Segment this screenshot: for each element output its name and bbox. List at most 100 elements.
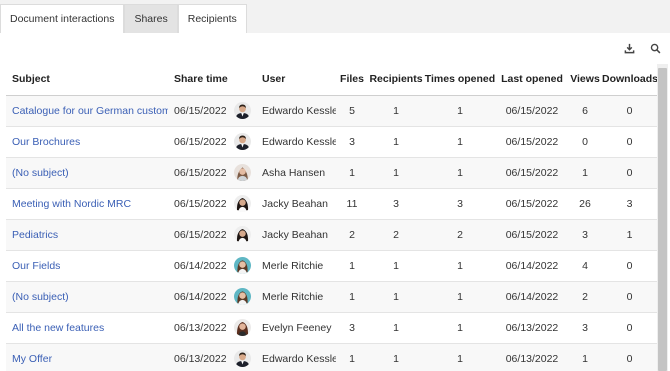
subject-cell: Our Brochures	[6, 126, 168, 158]
table-row[interactable]: (No subject) 06/15/2022 Asha Hansen 1 1 1 06/1…	[6, 157, 657, 189]
avatar	[234, 102, 251, 119]
views-cell: 2	[568, 281, 602, 313]
table-row[interactable]: Our Fields 06/14/2022 Merle Ritchie 1 1 1 06/1…	[6, 250, 657, 282]
subject-cell: Meeting with Nordic MRC	[6, 188, 168, 220]
last-opened-cell: 06/15/2022	[496, 126, 568, 158]
col-header-downloads[interactable]: Downloads	[602, 64, 657, 96]
user-cell: Edwardo Kessler	[256, 126, 336, 158]
subject-link[interactable]: Our Brochures	[12, 136, 80, 148]
last-opened-cell: 06/15/2022	[496, 219, 568, 251]
files-cell: 5	[336, 95, 368, 127]
avatar-cell	[226, 250, 256, 282]
user-cell: Edwardo Kessler	[256, 343, 336, 371]
col-header-share-time[interactable]: Share time	[168, 64, 228, 96]
recipients-cell: 1	[368, 250, 424, 282]
user-cell: Edwardo Kessler	[256, 95, 336, 127]
subject-cell: Pediatrics	[6, 219, 168, 251]
avatar	[234, 257, 251, 274]
subject-link[interactable]: All the new features	[12, 322, 104, 334]
share-time-cell: 06/14/2022	[168, 250, 226, 282]
col-header-views[interactable]: Views	[568, 64, 602, 96]
table-toolbar	[618, 37, 666, 59]
downloads-cell: 0	[602, 95, 657, 127]
shares-table: Subject Share time User Files Recipients…	[6, 64, 657, 371]
subject-cell: (No subject)	[6, 281, 168, 313]
subject-link[interactable]: Meeting with Nordic MRC	[12, 198, 131, 210]
download-button[interactable]	[618, 37, 640, 59]
times-opened-cell: 1	[424, 95, 496, 127]
col-header-recipients[interactable]: Recipients	[368, 64, 424, 96]
share-time-cell: 06/15/2022	[168, 219, 226, 251]
last-opened-cell: 06/13/2022	[496, 343, 568, 371]
share-time-cell: 06/15/2022	[168, 95, 226, 127]
table-row[interactable]: My Offer 06/13/2022 Edwardo Kessler 1 1 1 06/1…	[6, 343, 657, 371]
shares-panel: Subject Share time User Files Recipients…	[0, 33, 670, 371]
subject-link[interactable]: (No subject)	[12, 291, 69, 303]
views-cell: 6	[568, 95, 602, 127]
user-cell: Merle Ritchie	[256, 250, 336, 282]
views-cell: 26	[568, 188, 602, 220]
avatar-cell	[226, 157, 256, 189]
subject-link[interactable]: Pediatrics	[12, 229, 58, 241]
search-icon	[650, 43, 660, 53]
times-opened-cell: 3	[424, 188, 496, 220]
recipients-cell: 3	[368, 188, 424, 220]
times-opened-cell: 1	[424, 157, 496, 189]
views-cell: 3	[568, 219, 602, 251]
table-row[interactable]: All the new features 06/13/2022 Evelyn Fee…	[6, 312, 657, 344]
recipients-cell: 1	[368, 126, 424, 158]
user-cell: Evelyn Feeney	[256, 312, 336, 344]
table-row[interactable]: Pediatrics 06/15/2022 Jacky Beahan 2 2 2 06/15…	[6, 219, 657, 251]
avatar-cell	[226, 281, 256, 313]
subject-link[interactable]: Catalogue for our German customers	[12, 105, 168, 117]
recipients-cell: 1	[368, 312, 424, 344]
avatar-cell	[226, 312, 256, 344]
tab-bar: Document interactions Shares Recipients	[0, 4, 247, 33]
vertical-scrollbar[interactable]	[657, 64, 668, 371]
table-row[interactable]: (No subject) 06/14/2022 Merle Ritchie 1 1 1 06…	[6, 281, 657, 313]
search-button[interactable]	[644, 37, 666, 59]
download-icon	[624, 43, 634, 53]
col-header-subject[interactable]: Subject	[6, 64, 168, 96]
scrollbar-thumb[interactable]	[658, 68, 667, 371]
share-time-cell: 06/15/2022	[168, 188, 226, 220]
last-opened-cell: 06/14/2022	[496, 281, 568, 313]
tab-document-interactions[interactable]: Document interactions	[0, 4, 125, 33]
files-cell: 11	[336, 188, 368, 220]
subject-link[interactable]: My Offer	[12, 353, 52, 365]
last-opened-cell: 06/13/2022	[496, 312, 568, 344]
last-opened-cell: 06/15/2022	[496, 95, 568, 127]
table-row[interactable]: Meeting with Nordic MRC 06/15/2022 Jacky B…	[6, 188, 657, 220]
times-opened-cell: 1	[424, 250, 496, 282]
last-opened-cell: 06/15/2022	[496, 157, 568, 189]
recipients-cell: 1	[368, 95, 424, 127]
table-row[interactable]: Our Brochures 06/15/2022 Edwardo Kessler 3 1…	[6, 126, 657, 158]
user-cell: Merle Ritchie	[256, 281, 336, 313]
downloads-cell: 0	[602, 157, 657, 189]
avatar	[234, 226, 251, 243]
avatar-cell	[226, 126, 256, 158]
table-row[interactable]: Catalogue for our German customers 06/15/…	[6, 95, 657, 127]
downloads-cell: 1	[602, 219, 657, 251]
recipients-cell: 2	[368, 219, 424, 251]
subject-link[interactable]: (No subject)	[12, 167, 69, 179]
share-time-cell: 06/13/2022	[168, 343, 226, 371]
user-cell: Jacky Beahan	[256, 188, 336, 220]
col-header-times-opened[interactable]: Times opened	[424, 64, 496, 96]
subject-cell: Our Fields	[6, 250, 168, 282]
views-cell: 0	[568, 126, 602, 158]
subject-link[interactable]: Our Fields	[12, 260, 60, 272]
subject-cell: (No subject)	[6, 157, 168, 189]
col-header-files[interactable]: Files	[336, 64, 368, 96]
files-cell: 1	[336, 343, 368, 371]
tab-shares[interactable]: Shares	[124, 4, 178, 33]
col-header-last-opened[interactable]: Last opened	[496, 64, 568, 96]
col-header-user[interactable]: User	[256, 64, 336, 96]
avatar-cell	[226, 219, 256, 251]
downloads-cell: 3	[602, 188, 657, 220]
tab-recipients[interactable]: Recipients	[177, 4, 247, 33]
recipients-cell: 1	[368, 343, 424, 371]
avatar	[234, 350, 251, 367]
files-cell: 1	[336, 281, 368, 313]
files-cell: 3	[336, 312, 368, 344]
